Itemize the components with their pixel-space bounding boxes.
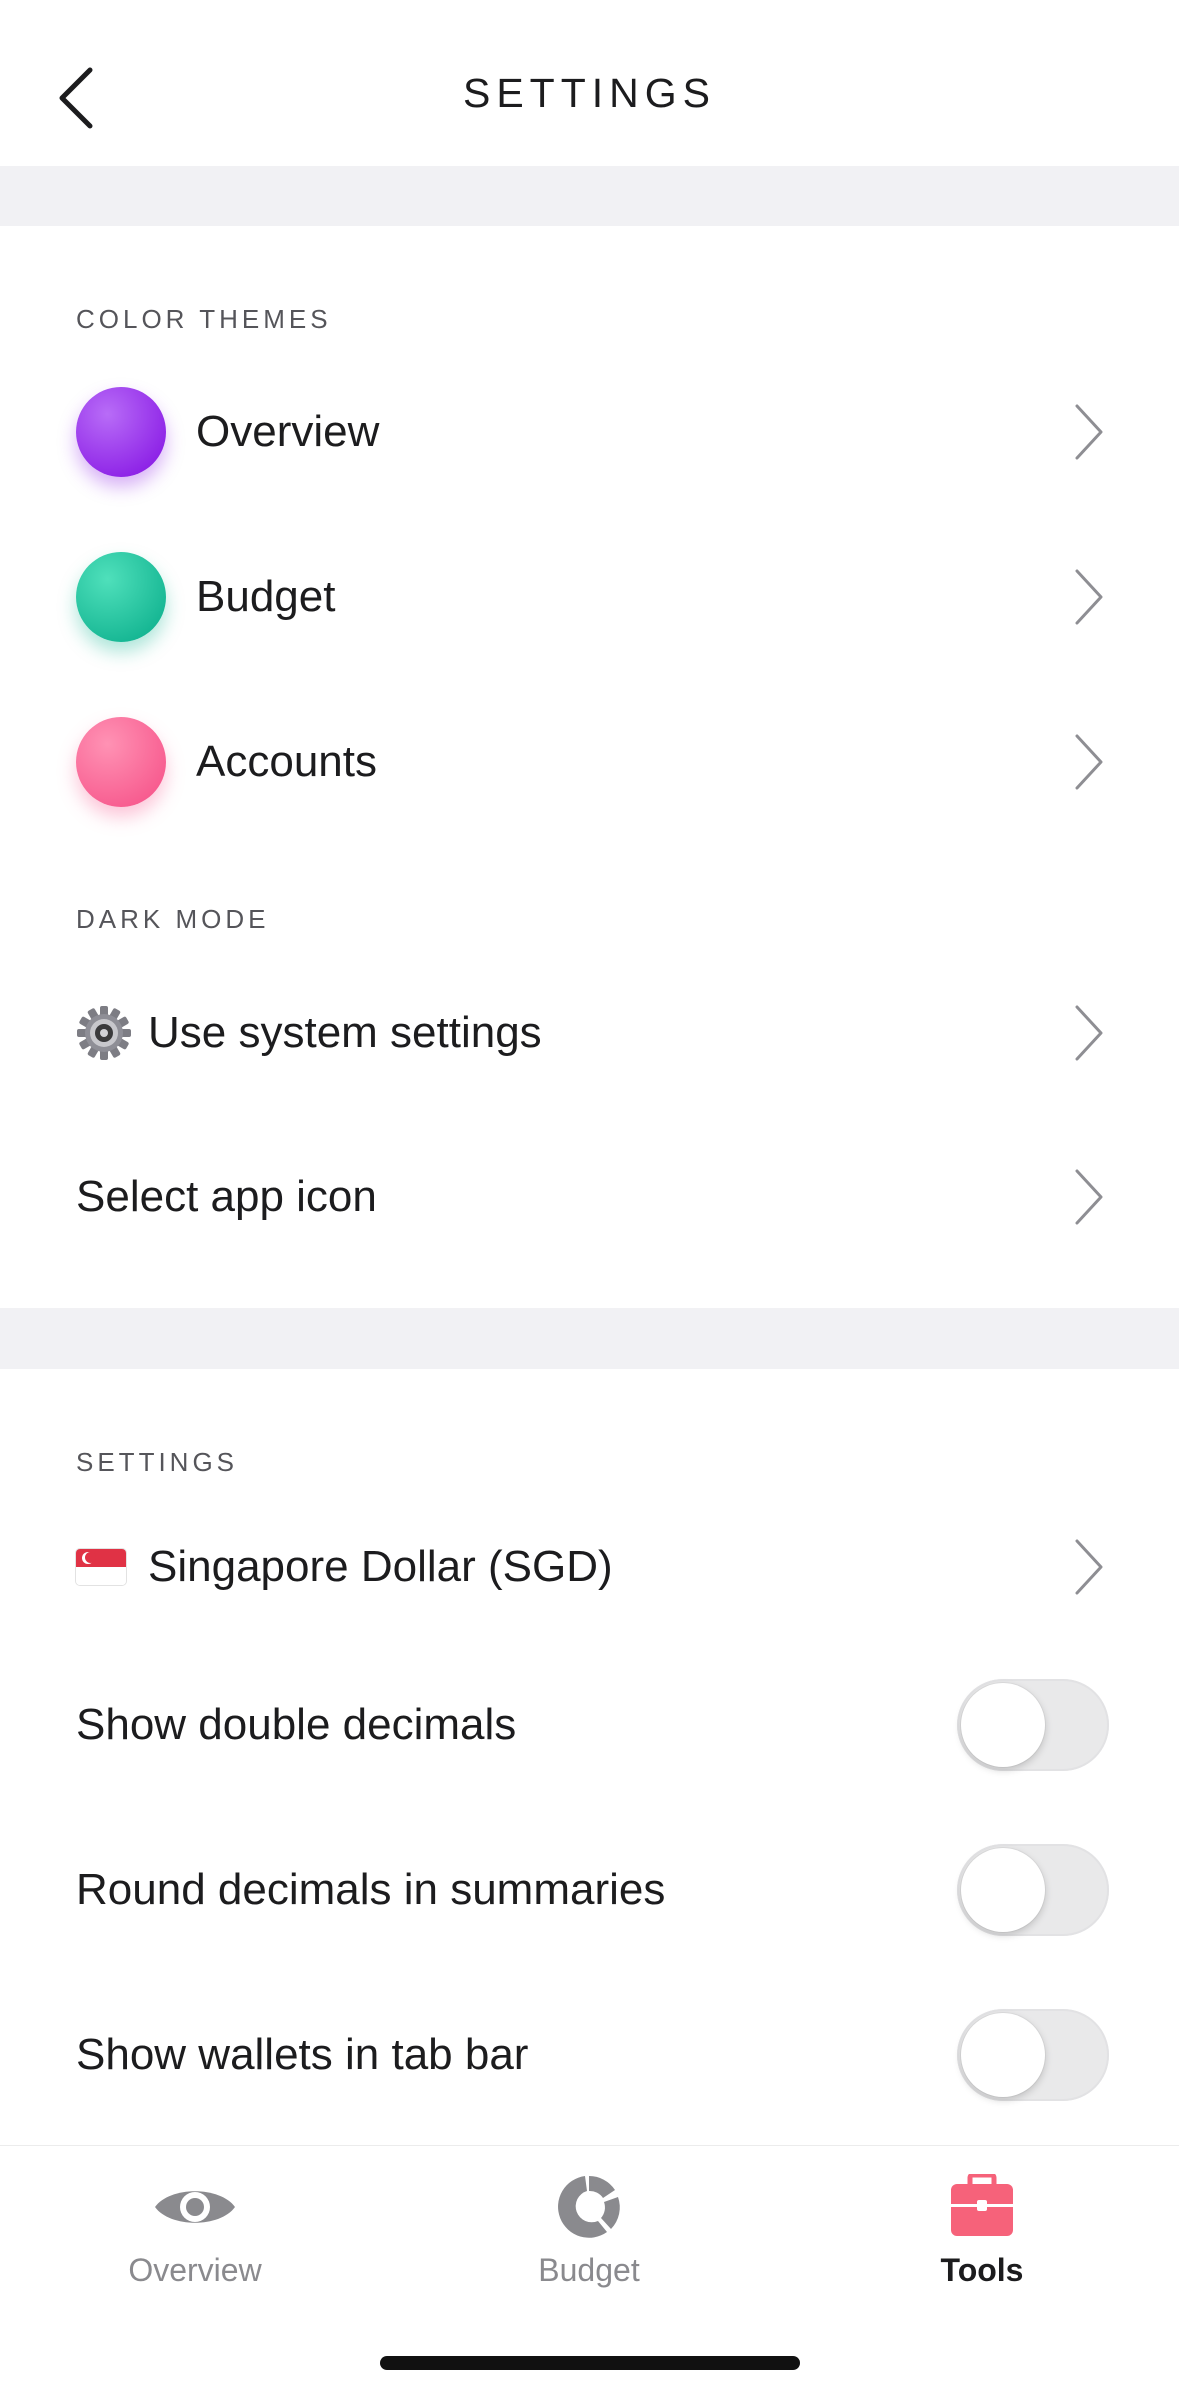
page-title: SETTINGS bbox=[462, 70, 717, 116]
chevron-right-icon bbox=[1075, 569, 1103, 625]
toggle-label: Show double decimals bbox=[76, 1700, 517, 1749]
home-indicator bbox=[380, 2356, 800, 2370]
dark-mode-row[interactable]: Use system settings bbox=[0, 973, 1179, 1093]
budget-color-swatch bbox=[76, 552, 166, 642]
toggle-knob bbox=[961, 1683, 1045, 1767]
show-double-decimals-row: Show double decimals bbox=[0, 1665, 1179, 1785]
tab-tools[interactable]: Tools bbox=[832, 2146, 1132, 2316]
gear-icon bbox=[77, 1006, 131, 1060]
toggle-label: Show wallets in tab bar bbox=[76, 2030, 529, 2079]
round-decimals-toggle[interactable] bbox=[957, 1844, 1109, 1936]
select-app-icon-label: Select app icon bbox=[76, 1172, 377, 1221]
tab-budget[interactable]: Budget bbox=[439, 2146, 739, 2316]
toolbox-icon bbox=[951, 2174, 1013, 2236]
toggle-label: Round decimals in summaries bbox=[76, 1865, 666, 1914]
nav-header: SETTINGS bbox=[0, 0, 1179, 166]
show-double-decimals-toggle[interactable] bbox=[957, 1679, 1109, 1771]
chevron-right-icon bbox=[1075, 404, 1103, 460]
chevron-right-icon bbox=[1075, 1169, 1103, 1225]
show-wallets-toggle[interactable] bbox=[957, 2009, 1109, 2101]
theme-label: Budget bbox=[196, 572, 336, 621]
chevron-right-icon bbox=[1075, 734, 1103, 790]
chevron-right-icon bbox=[1075, 1005, 1103, 1061]
singapore-flag-icon bbox=[76, 1549, 126, 1585]
toggle-knob bbox=[961, 1848, 1045, 1932]
show-wallets-row: Show wallets in tab bar bbox=[0, 1995, 1179, 2115]
theme-label: Accounts bbox=[196, 737, 377, 786]
theme-row-overview[interactable]: Overview bbox=[0, 372, 1179, 492]
dark-mode-value: Use system settings bbox=[148, 1008, 542, 1057]
tab-label: Overview bbox=[128, 2252, 262, 2288]
toggle-knob bbox=[961, 2013, 1045, 2097]
theme-row-accounts[interactable]: Accounts bbox=[0, 702, 1179, 822]
theme-label: Overview bbox=[196, 407, 380, 456]
chevron-right-icon bbox=[1075, 1539, 1103, 1595]
tab-label: Budget bbox=[538, 2252, 640, 2288]
round-decimals-row: Round decimals in summaries bbox=[0, 1830, 1179, 1950]
select-app-icon-row[interactable]: Select app icon bbox=[0, 1137, 1179, 1257]
currency-label: Singapore Dollar (SGD) bbox=[148, 1542, 613, 1591]
currency-row[interactable]: Singapore Dollar (SGD) bbox=[0, 1507, 1179, 1627]
dark-mode-section-label: DARK MODE bbox=[76, 904, 270, 934]
settings-section-label: SETTINGS bbox=[76, 1447, 239, 1477]
color-themes-section-label: COLOR THEMES bbox=[76, 304, 332, 334]
section-divider bbox=[0, 166, 1179, 226]
tab-label: Tools bbox=[940, 2252, 1024, 2288]
eye-icon bbox=[155, 2191, 235, 2223]
donut-chart-icon bbox=[558, 2176, 620, 2238]
overview-color-swatch bbox=[76, 387, 166, 477]
settings-screen: SETTINGS COLOR THEMES Overview Budget Ac… bbox=[0, 0, 1179, 2396]
theme-row-budget[interactable]: Budget bbox=[0, 537, 1179, 657]
tab-overview[interactable]: Overview bbox=[45, 2146, 345, 2316]
accounts-color-swatch bbox=[76, 717, 166, 807]
section-divider bbox=[0, 1308, 1179, 1369]
